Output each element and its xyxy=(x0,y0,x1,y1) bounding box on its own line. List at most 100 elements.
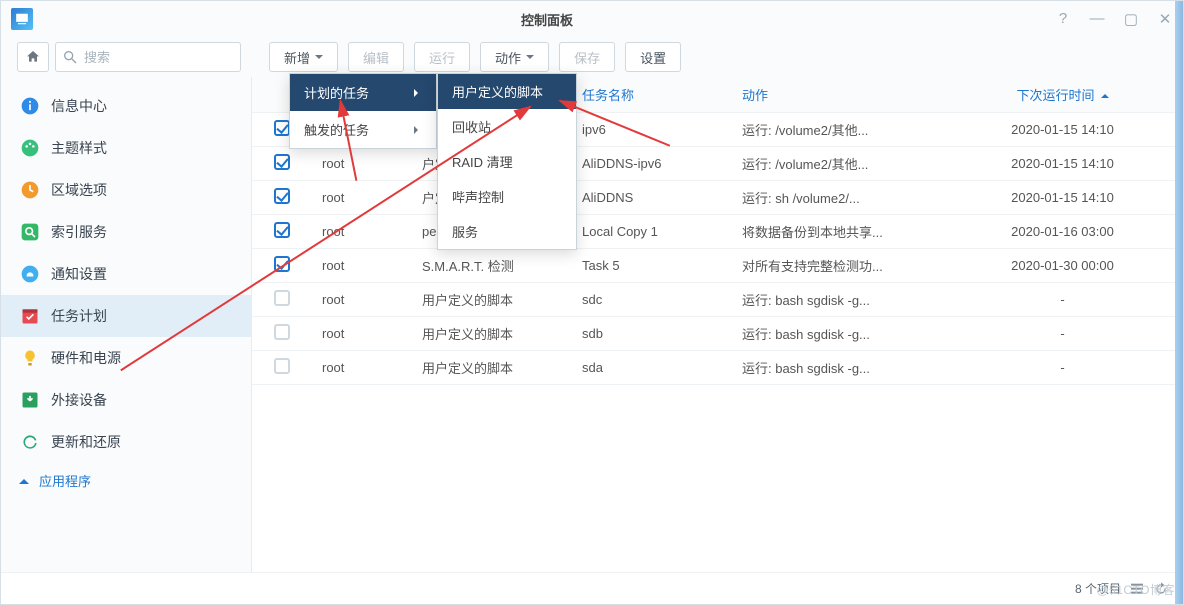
bulb-icon xyxy=(19,347,41,369)
checkbox[interactable] xyxy=(274,358,290,374)
bell-icon xyxy=(19,263,41,285)
cell-user: root xyxy=(312,258,412,273)
task-icon xyxy=(19,305,41,327)
cell-nextrun: 2020-01-15 14:10 xyxy=(942,156,1183,171)
sidebar-item-label: 更新和还原 xyxy=(51,432,121,452)
submenu-item[interactable]: 用户定义的脚本 xyxy=(438,74,576,109)
checkbox[interactable] xyxy=(274,154,290,170)
submenu-item[interactable]: 服务 xyxy=(438,214,576,249)
cell-action: 将数据备份到本地共享... xyxy=(732,222,942,241)
sidebar: 信息中心主题样式区域选项索引服务通知设置任务计划硬件和电源外接设备更新和还原应用… xyxy=(1,77,251,572)
checkbox[interactable] xyxy=(274,120,290,136)
search-input[interactable] xyxy=(55,42,241,72)
window-title: 控制面板 xyxy=(39,10,1055,29)
th-action[interactable]: 动作 xyxy=(732,85,942,104)
table-row[interactable]: root用户定义的脚本sda运行: bash sgdisk -g...- xyxy=(252,351,1183,385)
cell-taskname: AliDDNS-ipv6 xyxy=(572,156,732,171)
cell-action: 对所有支持完整检测功... xyxy=(732,256,942,275)
run-button[interactable]: 运行 xyxy=(414,42,470,72)
sidebar-item-6[interactable]: 硬件和电源 xyxy=(1,337,251,379)
chevron-up-icon xyxy=(19,474,29,484)
sidebar-item-2[interactable]: 区域选项 xyxy=(1,169,251,211)
table-row[interactable]: root户定义的脚本AliDDNS-ipv6运行: /volume2/其他...… xyxy=(252,147,1183,181)
minimize-icon[interactable]: — xyxy=(1089,10,1105,28)
dropdown-item[interactable]: 触发的任务 xyxy=(290,111,436,148)
cell-action: 运行: /volume2/其他... xyxy=(732,120,942,139)
footer: 8 个项目 xyxy=(1,572,1183,604)
checkbox[interactable] xyxy=(274,290,290,306)
sidebar-item-3[interactable]: 索引服务 xyxy=(1,211,251,253)
cell-program: 用户定义的脚本 xyxy=(412,358,572,377)
sidebar-item-0[interactable]: 信息中心 xyxy=(1,85,251,127)
titlebar: 控制面板 ? — ▢ ✕ xyxy=(1,1,1183,37)
maximize-icon[interactable]: ▢ xyxy=(1123,10,1139,28)
th-nextrun[interactable]: 下次运行时间 xyxy=(942,85,1183,104)
toolbar: 新增 编辑 运行 动作 保存 设置 xyxy=(251,37,1183,77)
cell-nextrun: 2020-01-15 14:10 xyxy=(942,190,1183,205)
submenu-item[interactable]: 回收站 xyxy=(438,109,576,144)
close-icon[interactable]: ✕ xyxy=(1157,10,1173,28)
action-button[interactable]: 动作 xyxy=(480,42,549,72)
sidebar-item-label: 索引服务 xyxy=(51,222,107,242)
cell-nextrun: - xyxy=(942,292,1183,307)
cell-nextrun: - xyxy=(942,326,1183,341)
cell-nextrun: 2020-01-15 14:10 xyxy=(942,122,1183,137)
search-wrap xyxy=(55,42,241,72)
sidebar-item-8[interactable]: 更新和还原 xyxy=(1,421,251,463)
cell-taskname: Local Copy 1 xyxy=(572,224,732,239)
table-row[interactable]: root用户定义的脚本sdb运行: bash sgdisk -g...- xyxy=(252,317,1183,351)
window-controls: ? — ▢ ✕ xyxy=(1055,10,1173,28)
table-body: root户定义的脚本ipv6运行: /volume2/其他...2020-01-… xyxy=(252,113,1183,385)
sidebar-item-7[interactable]: 外接设备 xyxy=(1,379,251,421)
cell-taskname: AliDDNS xyxy=(572,190,732,205)
th-taskname[interactable]: 任务名称 xyxy=(572,85,732,104)
table-row[interactable]: root户定义的脚本AliDDNS运行: sh /volume2/...2020… xyxy=(252,181,1183,215)
table-row[interactable]: rootper BackupLocal Copy 1将数据备份到本地共享...2… xyxy=(252,215,1183,249)
help-icon[interactable]: ? xyxy=(1055,10,1071,28)
sidebar-item-label: 通知设置 xyxy=(51,264,107,284)
palette-icon xyxy=(19,137,41,159)
app-logo-icon xyxy=(11,8,33,30)
cell-program: 用户定义的脚本 xyxy=(412,324,572,343)
settings-button[interactable]: 设置 xyxy=(625,42,681,72)
watermark: @51CTO博客 xyxy=(1096,581,1175,598)
home-button[interactable] xyxy=(17,42,49,72)
cell-action: 运行: bash sgdisk -g... xyxy=(732,290,942,309)
checkbox[interactable] xyxy=(274,188,290,204)
caret-down-icon xyxy=(526,55,534,63)
new-submenu[interactable]: 用户定义的脚本回收站RAID 清理哔声控制服务 xyxy=(437,73,577,250)
sidebar-item-1[interactable]: 主题样式 xyxy=(1,127,251,169)
checkbox[interactable] xyxy=(274,324,290,340)
chevron-right-icon xyxy=(414,89,422,97)
control-panel-window: 控制面板 ? — ▢ ✕ 新增 编辑 运行 动作 保存 设置 信息中心主题 xyxy=(0,0,1184,605)
search-icon xyxy=(19,221,41,243)
new-dropdown[interactable]: 计划的任务触发的任务 xyxy=(289,73,437,149)
save-button[interactable]: 保存 xyxy=(559,42,615,72)
table-row[interactable]: rootS.M.A.R.T. 检测Task 5对所有支持完整检测功...2020… xyxy=(252,249,1183,283)
table-row[interactable]: root用户定义的脚本sdc运行: bash sgdisk -g...- xyxy=(252,283,1183,317)
dropdown-item[interactable]: 计划的任务 xyxy=(290,74,436,111)
submenu-item[interactable]: 哔声控制 xyxy=(438,179,576,214)
cell-user: root xyxy=(312,360,412,375)
top-band: 新增 编辑 运行 动作 保存 设置 xyxy=(1,37,1183,77)
edit-button[interactable]: 编辑 xyxy=(348,42,404,72)
checkbox[interactable] xyxy=(274,256,290,272)
cell-program: S.M.A.R.T. 检测 xyxy=(412,256,572,275)
cell-nextrun: - xyxy=(942,360,1183,375)
cell-action: 运行: bash sgdisk -g... xyxy=(732,324,942,343)
body: 信息中心主题样式区域选项索引服务通知设置任务计划硬件和电源外接设备更新和还原应用… xyxy=(1,77,1183,572)
checkbox[interactable] xyxy=(274,222,290,238)
cell-action: 运行: bash sgdisk -g... xyxy=(732,358,942,377)
clock-icon xyxy=(19,179,41,201)
sidebar-item-5[interactable]: 任务计划 xyxy=(1,295,251,337)
caret-down-icon xyxy=(315,55,323,63)
cell-taskname: sdc xyxy=(572,292,732,307)
new-button[interactable]: 新增 xyxy=(269,42,338,72)
sidebar-apps-toggle[interactable]: 应用程序 xyxy=(1,463,251,498)
cell-taskname: sdb xyxy=(572,326,732,341)
submenu-item[interactable]: RAID 清理 xyxy=(438,144,576,179)
sidebar-item-label: 主题样式 xyxy=(51,138,107,158)
home-icon xyxy=(25,49,41,65)
sidebar-item-4[interactable]: 通知设置 xyxy=(1,253,251,295)
cell-program: 用户定义的脚本 xyxy=(412,290,572,309)
